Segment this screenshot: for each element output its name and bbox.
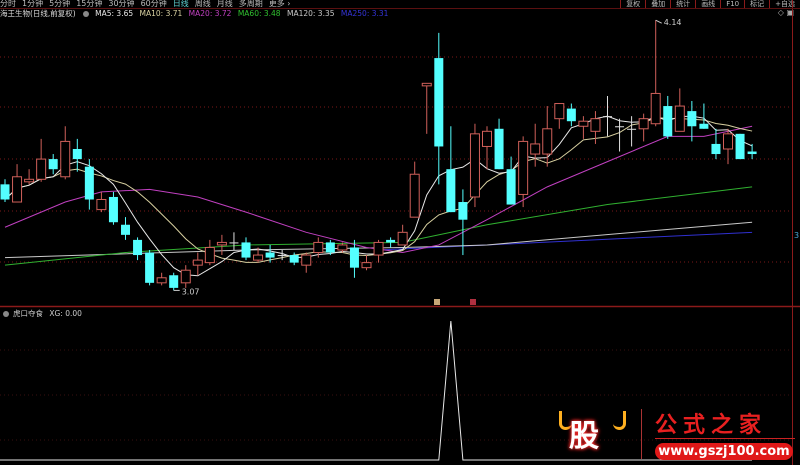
candle-down — [325, 242, 335, 253]
candle-up — [469, 133, 480, 198]
candle-up — [578, 120, 589, 127]
candle-down — [494, 128, 504, 170]
candle-down — [663, 106, 673, 137]
candle-up — [518, 140, 529, 195]
kline-chart[interactable]: 3 4.14 3.07 — [0, 0, 800, 465]
candle-down — [108, 196, 118, 223]
candle-down — [458, 202, 468, 220]
candle-up — [361, 262, 372, 269]
candle-up — [373, 241, 384, 256]
logo-url: www.gszj100.com — [655, 443, 793, 460]
candle-up — [180, 269, 191, 284]
candle-down — [566, 108, 576, 122]
candle-up — [723, 133, 733, 150]
candle-up — [36, 158, 47, 180]
candle-doji — [615, 126, 625, 128]
logo-underline — [655, 438, 795, 439]
candle-down — [434, 58, 444, 147]
candle-up — [24, 178, 35, 183]
annotation-pointer — [655, 19, 662, 24]
signal-marker — [470, 299, 476, 305]
candle-up — [554, 103, 565, 120]
y-axis-label: 3 — [794, 231, 799, 240]
candle-down — [711, 143, 721, 155]
candle-up — [409, 173, 420, 218]
candle-down — [265, 252, 275, 258]
candle-up — [482, 130, 492, 147]
candle-up — [337, 244, 348, 251]
candle-down — [72, 148, 82, 160]
candle-doji — [229, 242, 239, 244]
candle-down — [747, 151, 757, 155]
horn-icon — [613, 411, 626, 430]
candle-down — [145, 252, 155, 283]
candle-up — [313, 241, 324, 254]
candle-up — [192, 259, 203, 266]
candle-down — [241, 242, 251, 258]
candle-down — [349, 247, 359, 268]
candle-up — [638, 118, 649, 130]
candle-up — [542, 128, 553, 155]
logo-char: 股 — [569, 419, 599, 454]
candle-up — [216, 241, 227, 246]
candle-up — [204, 246, 215, 264]
candle-down — [169, 275, 179, 288]
candle-down — [133, 239, 143, 256]
candle-down — [699, 123, 709, 129]
candle-up — [96, 198, 107, 211]
candle-down — [506, 169, 516, 205]
candle-up — [301, 254, 312, 266]
watermark-logo: 股 公式之家 www.gszj100.com — [555, 405, 800, 465]
candle-up — [650, 92, 661, 125]
candle-up — [590, 118, 601, 132]
candle-down — [289, 255, 299, 263]
ma250-line — [378, 231, 753, 251]
candle-down — [446, 169, 456, 213]
candle-up — [156, 277, 167, 284]
signal-marker — [434, 299, 440, 305]
candle-doji — [277, 255, 287, 257]
candle-up — [421, 82, 432, 87]
logo-name: 公式之家 — [655, 412, 768, 438]
annotation-label: 3.07 — [182, 287, 200, 296]
candle-up — [253, 254, 264, 261]
logo-divider — [641, 409, 642, 459]
annotation-label: 4.14 — [664, 18, 682, 27]
candle-down — [386, 239, 396, 243]
candle-down — [735, 133, 745, 160]
candle-doji — [603, 116, 612, 118]
candle-up — [397, 231, 408, 246]
candle-down — [0, 184, 10, 200]
candle-down — [84, 166, 94, 200]
candle-up — [530, 143, 541, 155]
candle-down — [48, 159, 58, 170]
candle-up — [60, 140, 71, 178]
candle-down — [121, 224, 130, 235]
candle-up — [12, 176, 23, 203]
candle-up — [674, 105, 685, 132]
candle-doji — [627, 128, 637, 130]
candle-down — [687, 111, 697, 127]
